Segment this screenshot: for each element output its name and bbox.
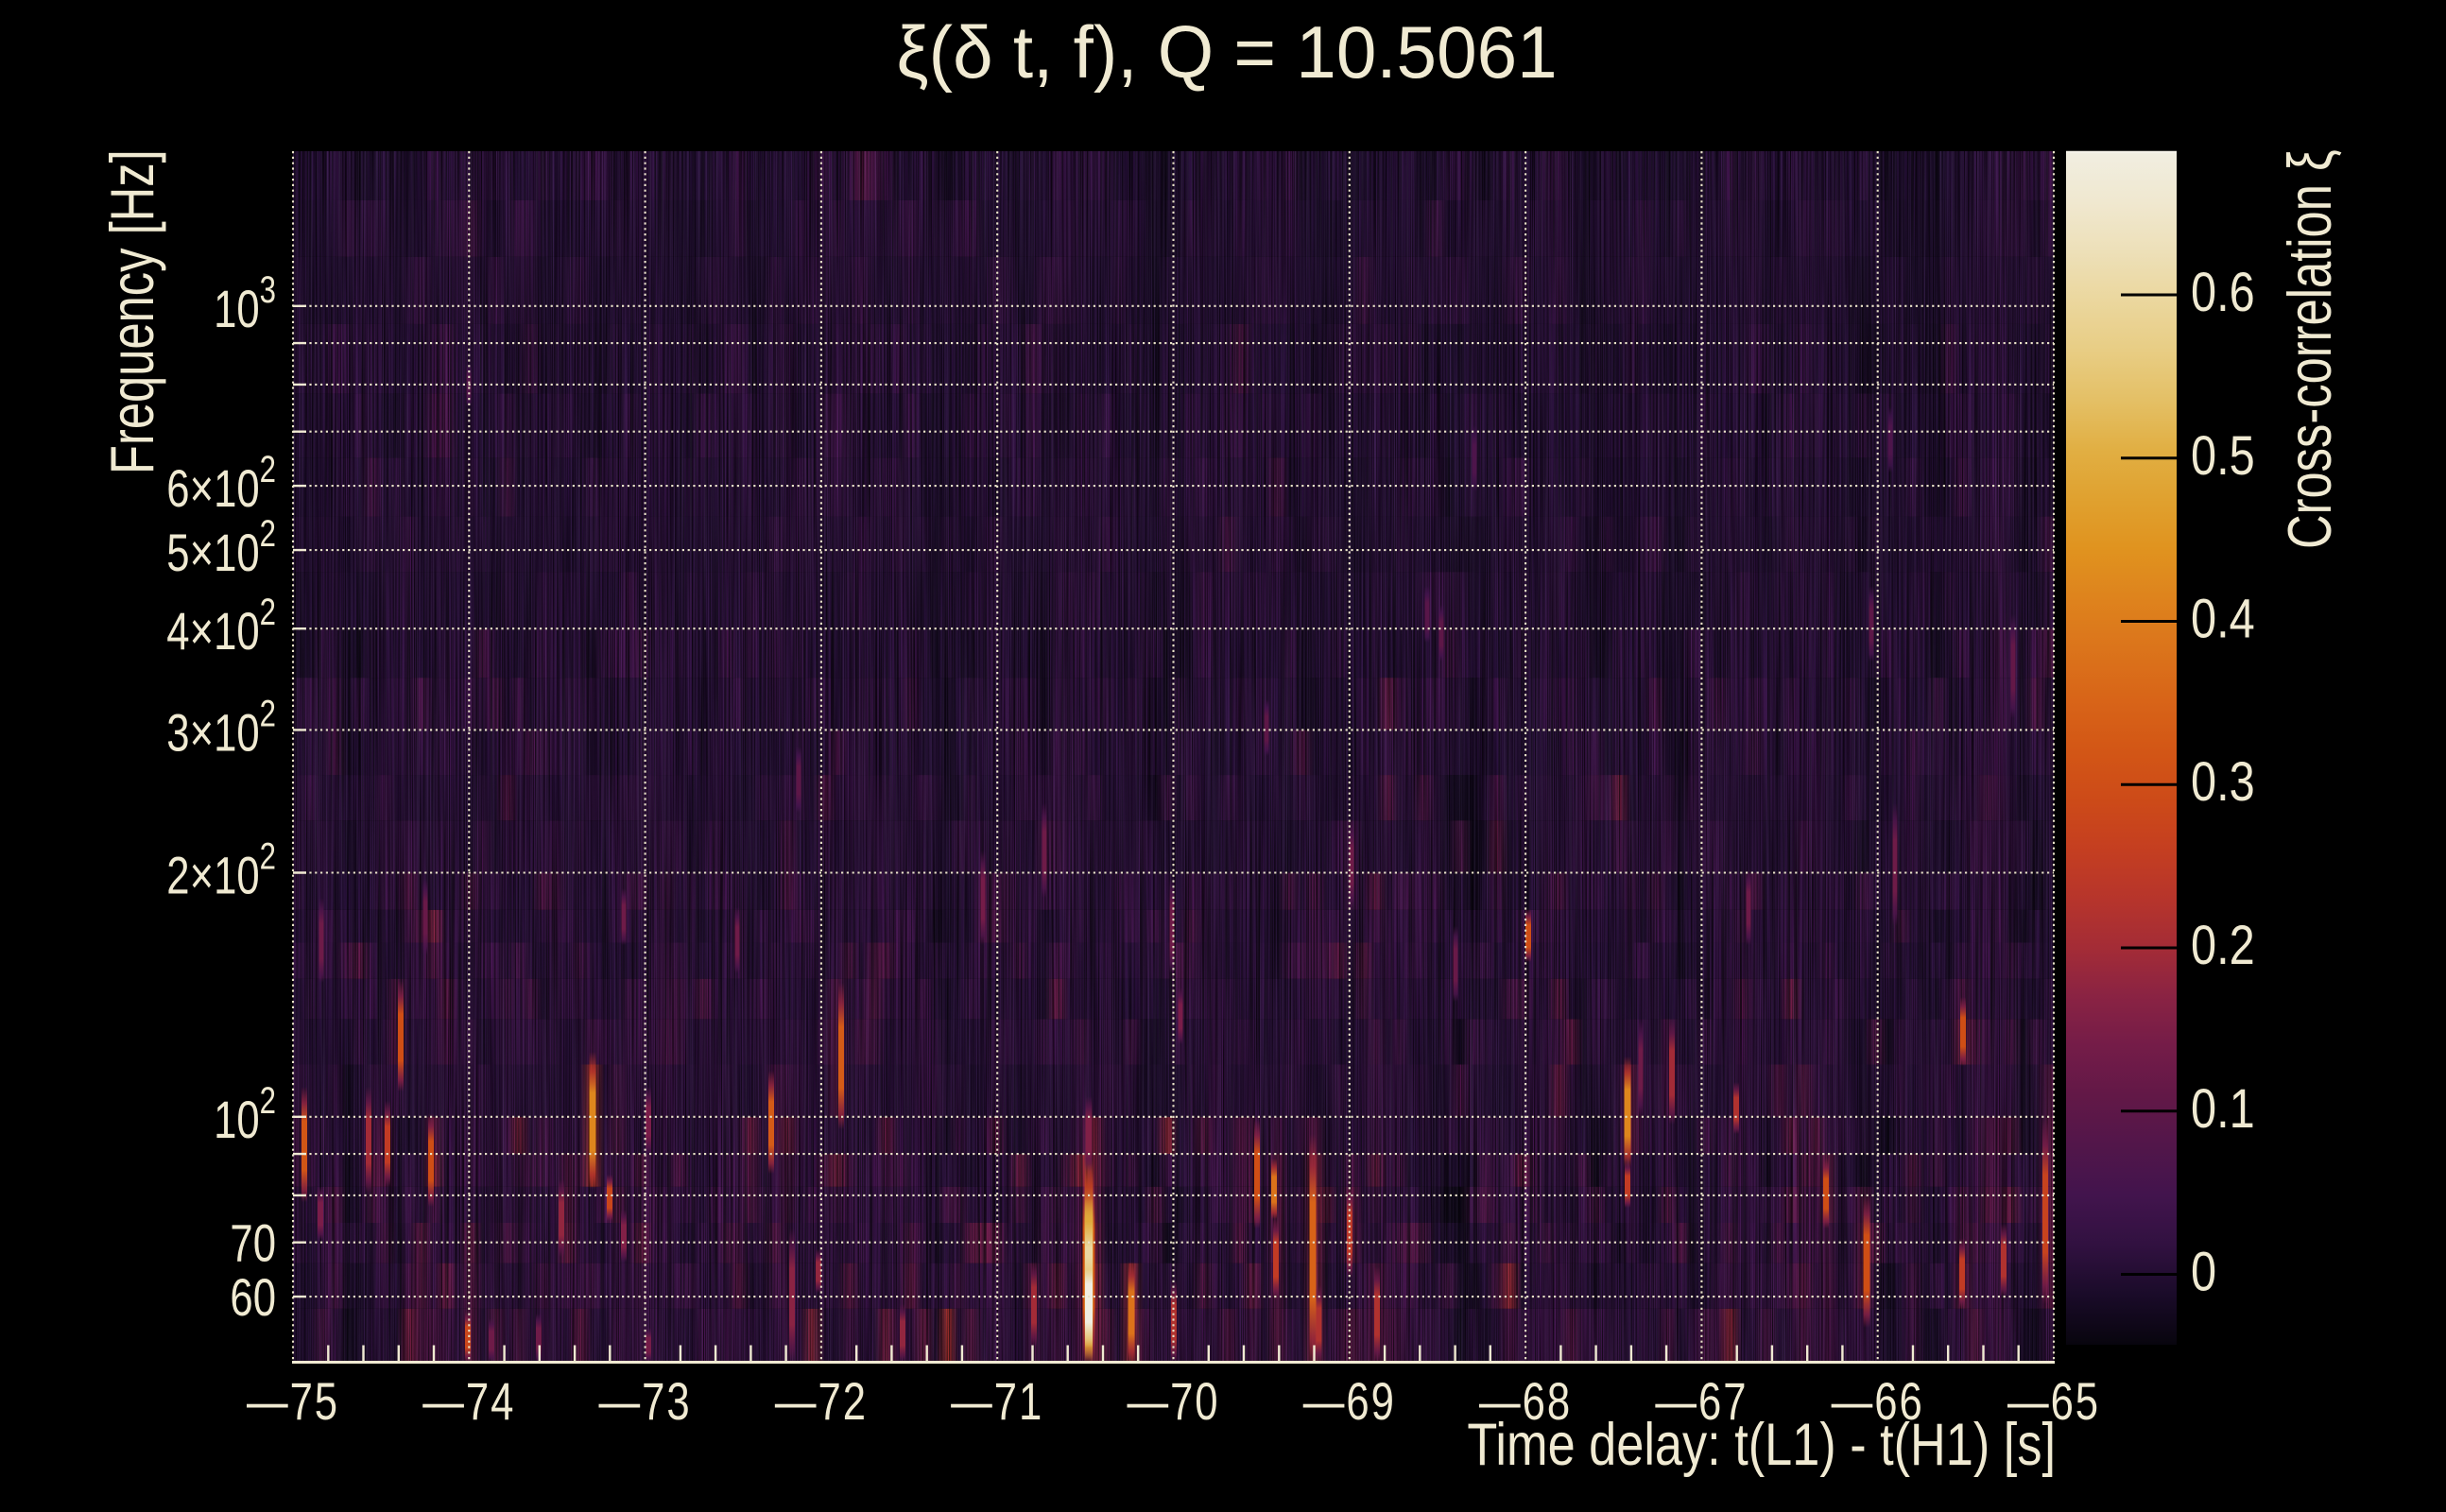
svg-text:60: 60	[230, 1268, 276, 1327]
svg-text:Frequency [Hz]: Frequency [Hz]	[98, 149, 166, 474]
svg-text:5×102: 5×102	[166, 512, 276, 582]
svg-text:0.5: 0.5	[2191, 426, 2255, 487]
svg-text:0.2: 0.2	[2191, 916, 2255, 976]
svg-text:Cross-correlation ξ: Cross-correlation ξ	[2276, 149, 2344, 549]
svg-text:0.1: 0.1	[2191, 1079, 2255, 1140]
svg-text:0: 0	[2191, 1243, 2216, 1303]
svg-text:—69: —69	[1303, 1372, 1396, 1431]
svg-text:—73: —73	[599, 1372, 692, 1431]
svg-text:4×102: 4×102	[166, 592, 276, 662]
svg-text:Time delay: t(L1) - t(H1) [s]: Time delay: t(L1) - t(H1) [s]	[1467, 1413, 2056, 1479]
svg-text:—70: —70	[1127, 1372, 1219, 1431]
svg-text:ξ(δ t, f), Q = 10.5061: ξ(δ t, f), Q = 10.5061	[896, 11, 1557, 94]
svg-text:0.4: 0.4	[2191, 590, 2255, 650]
svg-text:6×102: 6×102	[166, 448, 276, 518]
svg-text:70: 70	[230, 1214, 276, 1273]
svg-text:0.3: 0.3	[2191, 752, 2255, 813]
svg-text:—71: —71	[951, 1372, 1043, 1431]
svg-text:0.6: 0.6	[2191, 263, 2255, 323]
svg-text:—72: —72	[775, 1372, 868, 1431]
svg-text:3×102: 3×102	[166, 693, 276, 763]
svg-text:—75: —75	[247, 1372, 339, 1431]
svg-text:—74: —74	[422, 1372, 515, 1431]
svg-text:2×102: 2×102	[166, 835, 276, 905]
